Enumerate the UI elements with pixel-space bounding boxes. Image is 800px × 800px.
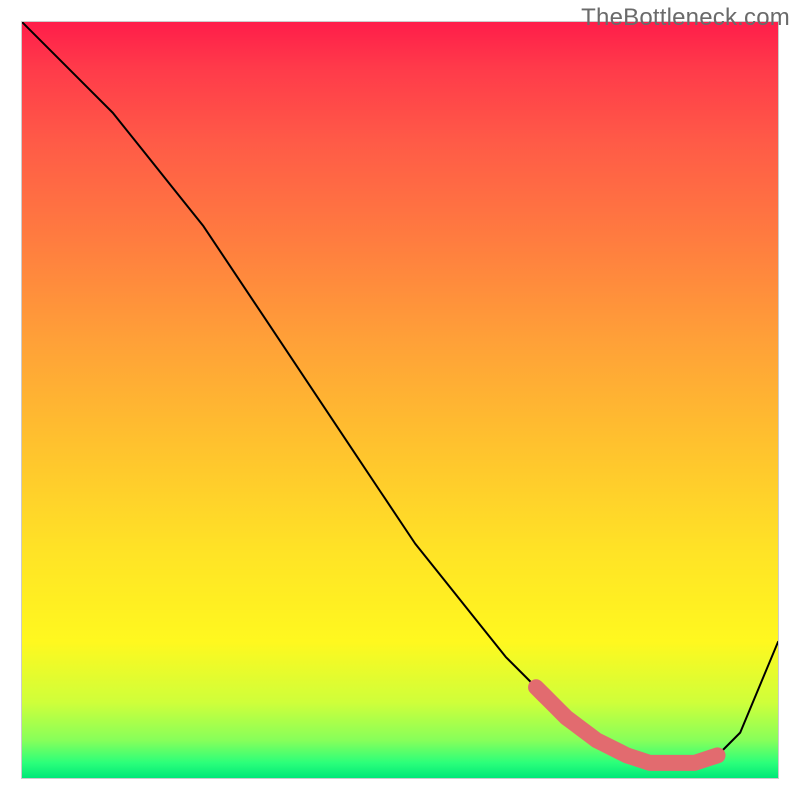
bottleneck-curve (22, 22, 778, 763)
chart-container: TheBottleneck.com (0, 0, 800, 800)
optimal-range-marker (536, 687, 718, 763)
watermark-text: TheBottleneck.com (581, 4, 790, 32)
curve-svg (22, 22, 778, 778)
plot-area (21, 21, 779, 779)
